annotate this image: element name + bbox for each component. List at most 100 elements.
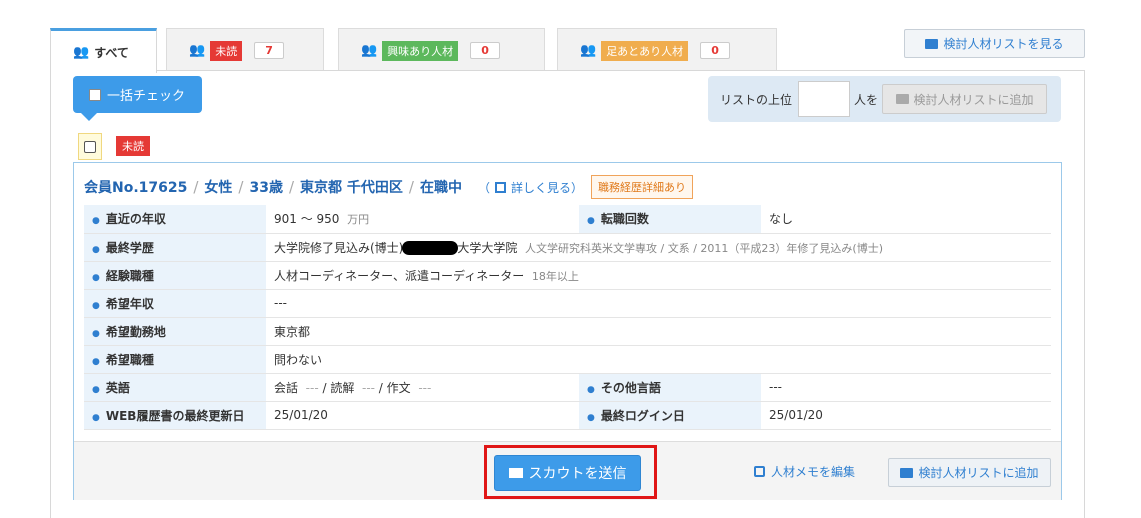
tab-interested-count: 0	[470, 42, 500, 59]
tab-interested-tag: 興味あり人材	[382, 40, 459, 61]
unread-badge: 未読	[116, 136, 150, 156]
bulk-add-to-list-button[interactable]: 検討人材リストに追加	[882, 84, 1048, 114]
education-degree: 大学院修了見込み(博士)	[274, 240, 404, 255]
experience-value: 人材コーディネーター、派遣コーディネーター 18年以上	[266, 261, 1051, 290]
table-row: 希望勤務地 東京都	[84, 317, 1051, 346]
other-lang-label: その他言語	[579, 373, 761, 402]
bulk-check-button[interactable]: 一括チェック	[73, 76, 202, 121]
bulk-check-label: 一括チェック	[107, 89, 186, 104]
education-label: 最終学歴	[84, 233, 266, 262]
english-label: 英語	[84, 373, 266, 402]
candidate-checkbox[interactable]	[78, 133, 102, 160]
job-changes-value: なし	[761, 205, 1051, 234]
bulk-add-suffix: 人を	[854, 92, 879, 107]
gender: 女性	[204, 180, 233, 196]
separator: /	[193, 178, 199, 196]
career-detail-badge: 職務経歴詳細あり	[591, 175, 694, 199]
education-school: 大学大学院	[457, 240, 518, 255]
tab-footprints-count: 0	[700, 42, 730, 59]
desired-job-value: 問わない	[266, 345, 1051, 374]
people-icon: 👥	[189, 43, 205, 58]
income-value: 901 ～ 950 万円	[266, 205, 579, 234]
checkbox-icon	[84, 140, 96, 153]
resume-update-label: WEB履歴書の最終更新日	[84, 401, 266, 430]
table-row: 最終学歴 大学院修了見込み(博士) 大学大学院 人文学研究科英米文学専攻 / 文系…	[84, 233, 1051, 262]
resume-update-value: 25/01/20	[266, 401, 579, 430]
other-lang-value: ---	[761, 373, 1051, 402]
tab-footprints-tag: 足あとあり人材	[601, 40, 689, 61]
job-changes-label: 転職回数	[579, 205, 761, 234]
last-login-value: 25/01/20	[761, 401, 1051, 430]
english-value: 会話 --- / 読解 --- / 作文 ---	[266, 373, 579, 402]
people-icon: 👥	[73, 44, 89, 60]
candidate-card: 会員No.17625 / 女性 / 33歳 / 東京都 千代田区 / 在職中 （…	[73, 162, 1062, 500]
folder-icon	[895, 94, 909, 104]
redaction-mark	[402, 241, 459, 255]
candidate-header: 会員No.17625 / 女性 / 33歳 / 東京都 千代田区 / 在職中 （…	[84, 175, 694, 199]
people-icon: 👥	[580, 43, 596, 58]
add-to-list-label: 検討人材リストに追加	[918, 466, 1039, 480]
english-conv-label: 会話	[274, 380, 299, 395]
age: 33歳	[249, 180, 283, 196]
view-candidate-list-button[interactable]: 検討人材リストを見る	[904, 29, 1085, 58]
tab-all-label: すべて	[94, 45, 129, 60]
separator: /	[408, 178, 414, 196]
send-scout-button[interactable]: スカウトを送信	[494, 455, 641, 491]
desired-location-label: 希望勤務地	[84, 317, 266, 346]
edit-memo-link[interactable]: 人材メモを編集	[754, 463, 855, 480]
table-row: 希望職種 問わない	[84, 345, 1051, 374]
external-window-icon	[494, 181, 506, 193]
desired-job-label: 希望職種	[84, 345, 266, 374]
income-range: 901 ～ 950	[274, 212, 340, 227]
income-unit: 万円	[347, 213, 370, 227]
view-candidate-list-label: 検討人材リストを見る	[943, 37, 1064, 51]
send-scout-label: スカウトを送信	[528, 466, 627, 482]
detail-link-label: 詳しく見る	[510, 180, 571, 195]
tab-footprints[interactable]: 👥 足あとあり人材 0	[557, 28, 777, 72]
desired-income-label: 希望年収	[84, 289, 266, 318]
last-login-label: 最終ログイン日	[579, 401, 761, 430]
add-to-list-button[interactable]: 検討人材リストに追加	[888, 458, 1051, 487]
table-row: 直近の年収 901 ～ 950 万円 転職回数 なし	[84, 205, 1051, 234]
experience-years: 18年以上	[531, 269, 579, 283]
bulk-add-prefix: リストの上位	[720, 92, 793, 107]
english-read-label: 読解	[330, 380, 355, 395]
folder-icon	[900, 467, 914, 478]
desired-income-value: ---	[266, 289, 1051, 318]
experience-label: 経験職種	[84, 261, 266, 290]
candidate-info-table: 直近の年収 901 ～ 950 万円 転職回数 なし 最終学歴 大学院修了見込み…	[84, 205, 1051, 430]
bulk-add-area: リストの上位 人を 検討人材リストに追加	[708, 76, 1061, 122]
english-conv: ---	[305, 380, 319, 395]
separator: /	[238, 178, 244, 196]
employment-status: 在職中	[419, 180, 462, 196]
edit-icon	[754, 466, 765, 477]
english-write: ---	[418, 380, 432, 395]
desired-location-value: 東京都	[266, 317, 1051, 346]
table-row: 経験職種 人材コーディネーター、派遣コーディネーター 18年以上	[84, 261, 1051, 290]
english-read: ---	[361, 380, 375, 395]
table-row: WEB履歴書の最終更新日 25/01/20 最終ログイン日 25/01/20	[84, 401, 1051, 430]
education-detail: 人文学研究科英米文学専攻 / 文系 / 2011（平成23）年修了見込み(博士)	[525, 241, 884, 255]
tab-unread-tag: 未読	[210, 40, 243, 61]
people-icon: 👥	[361, 43, 377, 58]
checkbox-icon	[89, 88, 101, 101]
member-number[interactable]: 会員No.17625	[84, 177, 187, 197]
table-row: 希望年収 ---	[84, 289, 1051, 318]
detail-link[interactable]: （詳しく見る）	[478, 179, 583, 196]
location: 東京都 千代田区	[300, 180, 403, 196]
tab-unread-count: 7	[254, 42, 284, 59]
envelope-icon	[508, 468, 523, 478]
english-write-label: 作文	[386, 380, 411, 395]
tab-unread[interactable]: 👥 未読 7	[166, 28, 324, 72]
tab-all[interactable]: 👥 すべて	[50, 28, 157, 73]
tab-interested[interactable]: 👥 興味あり人材 0	[338, 28, 545, 72]
table-row: 英語 会話 --- / 読解 --- / 作文 --- その他言語 ---	[84, 373, 1051, 402]
experience-jobs: 人材コーディネーター、派遣コーディネーター	[274, 268, 525, 283]
edit-memo-label: 人材メモを編集	[771, 465, 856, 479]
folder-icon	[925, 38, 939, 49]
bulk-add-to-list-label: 検討人材リストに追加	[913, 92, 1034, 107]
card-footer: スカウトを送信 人材メモを編集 検討人材リストに追加	[74, 441, 1061, 500]
separator: /	[288, 178, 295, 196]
top-count-input[interactable]	[798, 81, 851, 117]
education-value: 大学院修了見込み(博士) 大学大学院 人文学研究科英米文学専攻 / 文系 / 20…	[266, 233, 1051, 262]
